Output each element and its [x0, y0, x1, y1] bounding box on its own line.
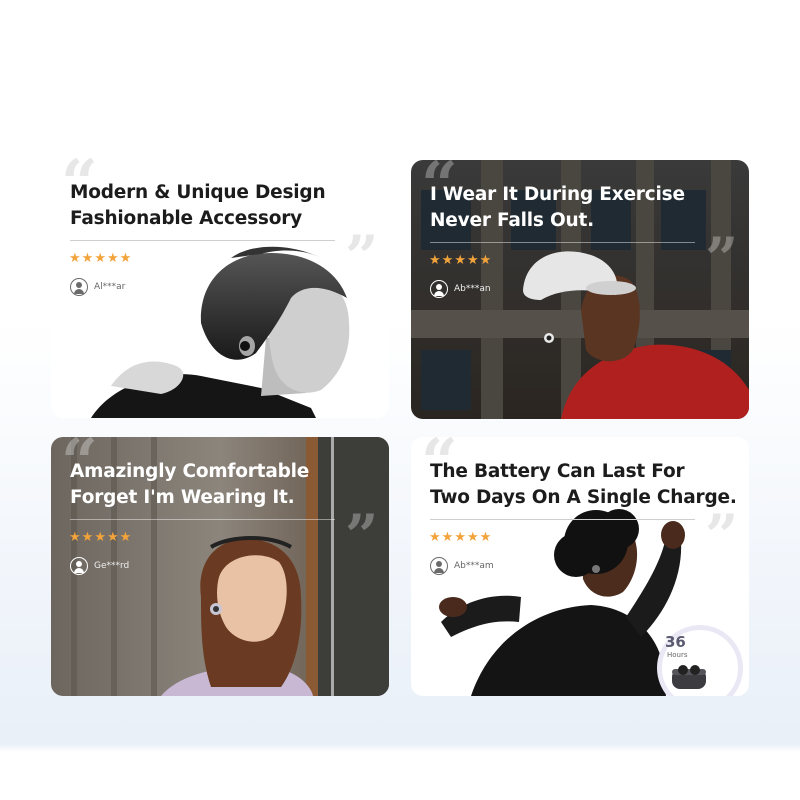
star-icon: ★: [429, 253, 441, 268]
review-title-line-2: Two Days On A Single Charge.: [430, 487, 737, 508]
reviewer-name: Al***ar: [94, 282, 126, 292]
review-title-line-1: Modern & Unique Design: [70, 182, 326, 203]
star-icon: ★: [429, 530, 441, 545]
review-card-2: “ I Wear It During Exercise Never Falls …: [411, 160, 749, 419]
review-title: Modern & Unique Design Fashionable Acces…: [70, 180, 326, 232]
star-rating: ★ ★ ★ ★ ★: [429, 531, 491, 545]
review-card-1: “ Modern & Unique Design Fashionable Acc…: [51, 158, 389, 418]
star-icon: ★: [81, 251, 94, 266]
review-title-line-1: I Wear It During Exercise: [430, 184, 685, 205]
star-icon: ★: [454, 530, 466, 545]
reviewer: Ab***am: [430, 557, 494, 575]
star-icon: ★: [119, 251, 132, 266]
review-card-4: “ The Battery Can Last For Two Days On A…: [411, 437, 749, 696]
star-icon: ★: [81, 530, 94, 545]
review-title-line-2: Forget I'm Wearing It.: [70, 487, 295, 508]
star-icon: ★: [454, 253, 466, 268]
star-icon: ★: [441, 253, 454, 268]
review-title: I Wear It During Exercise Never Falls Ou…: [430, 182, 685, 234]
divider: [70, 519, 335, 520]
reviewer-name: Ab***an: [454, 284, 491, 294]
star-icon: ★: [94, 530, 106, 545]
user-avatar-icon: [430, 280, 448, 298]
star-icon: ★: [94, 251, 106, 266]
review-card-3: “ Amazingly Comfortable Forget I'm Weari…: [51, 437, 389, 696]
star-icon: ★: [106, 530, 119, 545]
review-title: The Battery Can Last For Two Days On A S…: [430, 459, 737, 511]
reviewer: Ab***an: [430, 280, 491, 298]
user-avatar-icon: [70, 278, 88, 296]
reviewer-name: Ge***rd: [94, 561, 130, 571]
reviewer: Ge***rd: [70, 557, 129, 575]
reviewer-name: Ab***am: [454, 561, 494, 571]
user-avatar-icon: [70, 557, 88, 575]
star-rating: ★ ★ ★ ★ ★: [429, 254, 491, 268]
review-title-line-1: The Battery Can Last For: [430, 461, 685, 482]
divider: [70, 240, 335, 241]
star-icon: ★: [466, 530, 479, 545]
review-title: Amazingly Comfortable Forget I'm Wearing…: [70, 459, 309, 511]
user-avatar-icon: [430, 557, 448, 575]
star-icon: ★: [441, 530, 454, 545]
review-title-line-2: Fashionable Accessory: [70, 208, 303, 229]
star-icon: ★: [106, 251, 119, 266]
star-icon: ★: [479, 253, 492, 268]
star-rating: ★ ★ ★ ★ ★: [69, 531, 131, 545]
quote-close-icon: ”: [705, 502, 739, 570]
divider: [430, 242, 695, 243]
review-title-line-2: Never Falls Out.: [430, 210, 594, 231]
review-title-line-1: Amazingly Comfortable: [70, 461, 310, 482]
star-icon: ★: [466, 253, 479, 268]
earbuds-case-icon: [672, 665, 706, 689]
reviewer: Al***ar: [70, 278, 125, 296]
divider: [430, 519, 695, 520]
star-icon: ★: [479, 530, 492, 545]
star-icon: ★: [119, 530, 132, 545]
battery-hours-value: 36: [665, 633, 686, 651]
quote-close-icon: ”: [345, 502, 379, 570]
quote-close-icon: ”: [705, 225, 739, 293]
star-icon: ★: [69, 251, 81, 266]
quote-close-icon: ”: [345, 223, 379, 291]
battery-hours-unit: Hours: [667, 651, 688, 659]
star-rating: ★ ★ ★ ★ ★: [69, 252, 131, 266]
star-icon: ★: [69, 530, 81, 545]
